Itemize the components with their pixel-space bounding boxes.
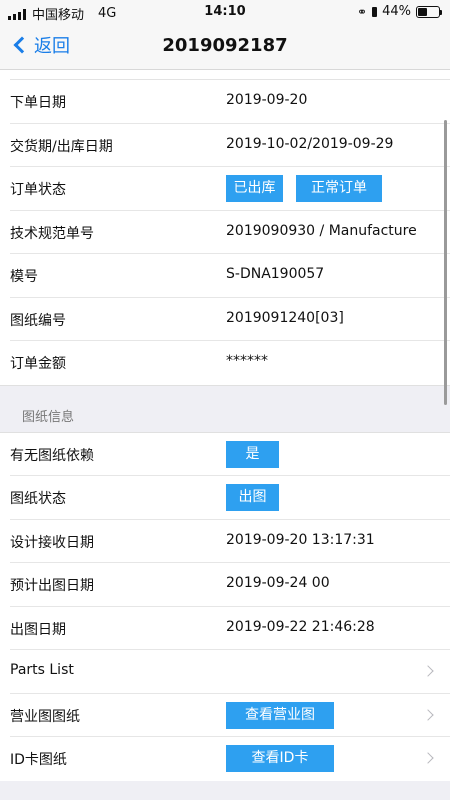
delivery-date-label: 交货期/出库日期 [10, 138, 113, 155]
design-received-row: 设计接收日期 2019-09-20 13:17:31 [10, 519, 450, 563]
spec-number-label: 技术规范单号 [10, 225, 94, 242]
orientation-lock-icon [372, 6, 378, 17]
design-received-value: 2019-09-20 13:17:31 [226, 531, 375, 548]
issue-date-label: 出图日期 [10, 621, 66, 638]
detail-list[interactable]: 下单日期 2019-09-20 交货期/出库日期 2019-10-02/2019… [0, 70, 450, 800]
order-status-row: 订单状态 已出库 正常订单 [10, 167, 450, 211]
order-info-group: 下单日期 2019-09-20 交货期/出库日期 2019-10-02/2019… [0, 70, 450, 385]
drawing-number-label: 图纸编号 [10, 312, 66, 329]
battery-percent: 44% [382, 4, 411, 19]
normal-order-badge: 正常订单 [296, 175, 382, 202]
issue-date-row: 出图日期 2019-09-22 21:46:28 [10, 606, 450, 650]
spec-number-value: 2019090930 / Manufacture [226, 222, 417, 239]
shipped-status-badge: 已出库 [226, 175, 283, 202]
order-date-row: 下单日期 2019-09-20 [10, 80, 450, 124]
chevron-right-icon [422, 665, 434, 677]
model-number-row: 模号 S-DNA190057 [10, 254, 450, 298]
order-amount-value: ****** [226, 353, 268, 369]
order-amount-label: 订单金额 [10, 356, 66, 372]
issue-date-value: 2019-09-22 21:46:28 [226, 618, 375, 635]
business-drawing-row[interactable]: 营业图图纸 查看营业图 [10, 693, 450, 737]
model-number-label: 模号 [10, 269, 38, 285]
scrollbar[interactable] [444, 120, 447, 405]
id-card-drawing-label: ID卡图纸 [10, 752, 67, 768]
navigation-bar: 返回 2019092187 [0, 24, 450, 70]
view-id-card-button[interactable]: 查看ID卡 [226, 745, 334, 772]
drawing-number-value: 2019091240[03] [226, 309, 344, 326]
parts-list-label: Parts List [10, 662, 74, 678]
order-amount-row: 订单金额 ****** [10, 341, 450, 385]
planned-issue-row: 预计出图日期 2019-09-24 00 [10, 563, 450, 607]
view-business-drawing-button[interactable]: 查看营业图 [226, 701, 334, 729]
planned-issue-value: 2019-09-24 00 [226, 575, 330, 591]
order-status-label: 订单状态 [10, 182, 66, 198]
status-bar: 中国移动 4G 14:10 ⚭ 44% [0, 0, 450, 24]
status-right: ⚭ 44% [357, 4, 442, 19]
model-number-value: S-DNA190057 [226, 266, 325, 282]
planned-issue-label: 预计出图日期 [10, 578, 94, 594]
drawing-section-header: 图纸信息 [0, 384, 450, 433]
page-title: 2019092187 [162, 35, 288, 56]
drawing-status-label: 图纸状态 [10, 491, 66, 507]
drawing-info-group: 有无图纸依赖 是 图纸状态 出图 设计接收日期 2019-09-20 13:17… [0, 432, 450, 781]
drawing-number-row: 图纸编号 2019091240[03] [10, 297, 450, 341]
id-card-drawing-row[interactable]: ID卡图纸 查看ID卡 [10, 737, 450, 781]
design-received-label: 设计接收日期 [10, 534, 94, 551]
parts-list-row[interactable]: Parts List [10, 650, 450, 694]
list-top-edge [10, 70, 450, 80]
drawing-dependency-label: 有无图纸依赖 [10, 447, 94, 464]
headphones-icon: ⚭ [357, 4, 368, 19]
order-date-label: 下单日期 [10, 95, 66, 111]
drawing-status-badge: 出图 [226, 484, 279, 511]
spec-number-row: 技术规范单号 2019090930 / Manufacture [10, 210, 450, 254]
delivery-date-value: 2019-10-02/2019-09-29 [226, 135, 394, 152]
order-date-value: 2019-09-20 [226, 92, 308, 108]
drawing-dependency-badge: 是 [226, 440, 279, 468]
drawing-status-row: 图纸状态 出图 [10, 476, 450, 520]
chevron-right-icon [422, 752, 434, 764]
chevron-right-icon [422, 708, 434, 721]
drawing-section-title: 图纸信息 [22, 409, 75, 425]
delivery-date-row: 交货期/出库日期 2019-10-02/2019-09-29 [10, 123, 450, 167]
battery-icon [416, 5, 442, 18]
business-drawing-label: 营业图图纸 [10, 708, 80, 725]
drawing-dependency-row: 有无图纸依赖 是 [10, 432, 450, 476]
